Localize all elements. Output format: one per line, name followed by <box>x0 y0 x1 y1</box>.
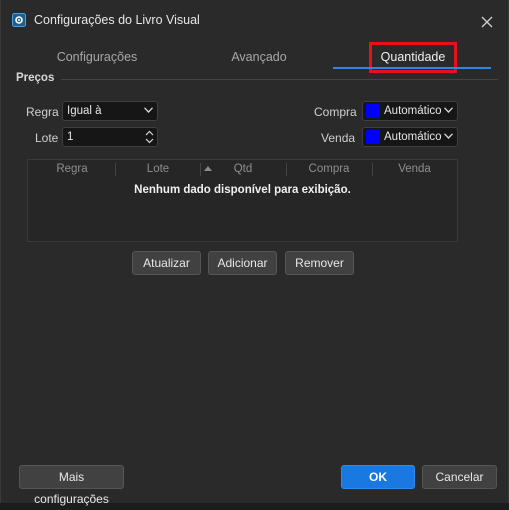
update-button[interactable]: Atualizar <box>132 251 201 275</box>
add-button[interactable]: Adicionar <box>208 251 277 275</box>
tab-avancado[interactable]: Avançado <box>201 50 317 64</box>
tab-bar: Configurações Avançado Quantidade <box>1 42 508 73</box>
column-header-compra[interactable]: Compra <box>286 163 372 175</box>
close-icon[interactable] <box>475 10 499 34</box>
window-title: Configurações do Livro Visual <box>34 13 200 27</box>
lote-label: Lote <box>35 131 59 145</box>
grid-header: Regra Lote Qtd Compra Venda <box>28 160 457 179</box>
title-bar: Configurações do Livro Visual <box>1 0 508 42</box>
regra-select[interactable]: Igual à <box>62 101 158 121</box>
chevron-down-icon <box>144 107 153 113</box>
column-header-regra[interactable]: Regra <box>28 163 116 175</box>
settings-dialog: Configurações do Livro Visual Configuraç… <box>0 0 509 506</box>
chevron-down-icon <box>444 133 453 139</box>
venda-color-select[interactable]: Automático <box>362 127 458 147</box>
venda-label: Venda <box>321 131 356 145</box>
price-rules-grid[interactable]: Regra Lote Qtd Compra Venda Nenhum dado … <box>27 159 458 242</box>
empty-grid-message: Nenhum dado disponível para exibição. <box>134 184 351 196</box>
regra-select-value: Igual à <box>67 105 102 117</box>
regra-label: Regra <box>26 105 59 119</box>
compra-color-swatch <box>366 104 380 118</box>
venda-value: Automático <box>384 131 442 143</box>
lote-value: 1 <box>67 131 74 143</box>
column-header-venda[interactable]: Venda <box>372 163 457 175</box>
more-settings-button[interactable]: Mais configurações <box>19 465 124 506</box>
stepper-arrows-icon[interactable] <box>145 129 154 145</box>
compra-color-select[interactable]: Automático <box>362 101 458 121</box>
venda-color-swatch <box>366 130 380 144</box>
compra-label: Compra <box>314 105 357 119</box>
ok-button[interactable]: OK <box>341 465 415 489</box>
cancel-button[interactable]: Cancelar <box>422 465 497 489</box>
app-gear-icon <box>12 13 26 27</box>
column-header-qtd[interactable]: Qtd <box>200 163 286 175</box>
section-title: Preços <box>16 72 55 84</box>
compra-value: Automático <box>384 105 442 117</box>
remove-button[interactable]: Remover <box>285 251 354 275</box>
chevron-down-icon <box>444 107 453 113</box>
tab-configuracoes[interactable]: Configurações <box>41 50 153 64</box>
section-divider <box>61 79 498 80</box>
active-tab-indicator <box>333 67 491 69</box>
column-header-lote[interactable]: Lote <box>116 163 200 175</box>
lote-stepper[interactable]: 1 <box>62 127 158 147</box>
